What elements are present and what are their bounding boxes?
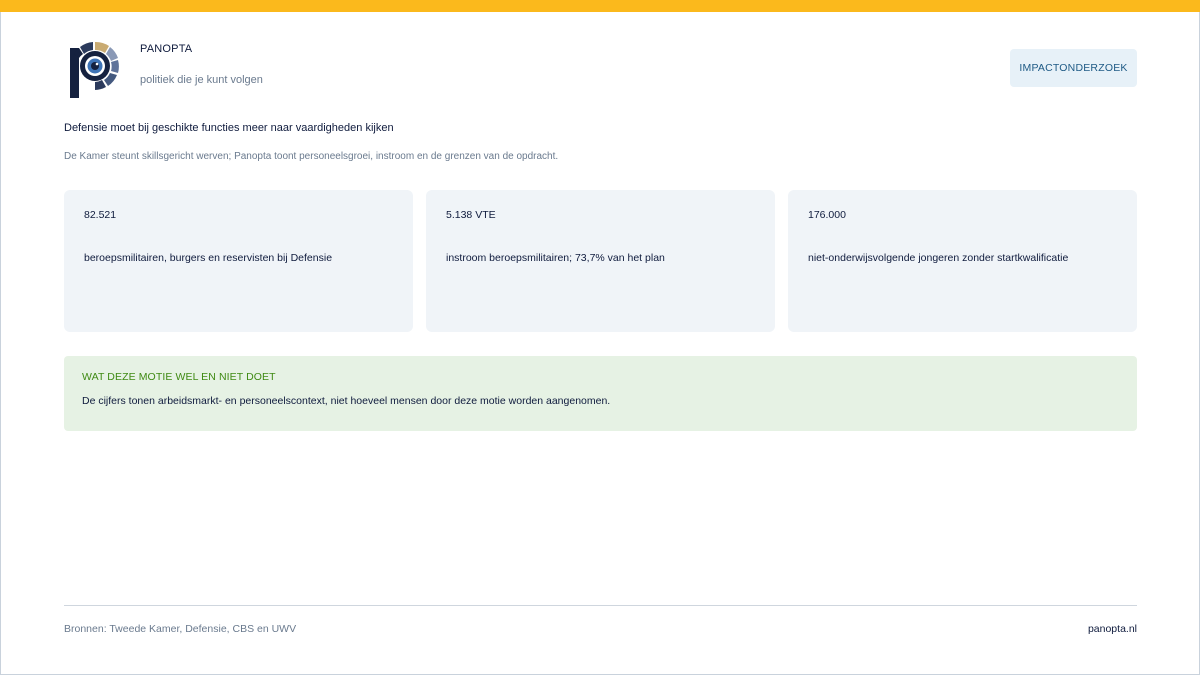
- footer-divider: [64, 605, 1137, 606]
- site-link[interactable]: panopta.nl: [1088, 623, 1137, 635]
- sources-text: Bronnen: Tweede Kamer, Defensie, CBS en …: [64, 623, 297, 635]
- stat-value: 5.138 VTE: [446, 209, 496, 221]
- stat-value: 176.000: [808, 209, 846, 221]
- panopta-logo-icon: [68, 40, 122, 100]
- top-accent-bar: [0, 0, 1200, 12]
- impactonderzoek-button[interactable]: IMPACTONDERZOEK: [1010, 49, 1137, 87]
- stat-card: 5.138 VTE instroom beroepsmilitairen; 73…: [426, 190, 775, 332]
- stat-card: 82.521 beroepsmilitairen, burgers en res…: [64, 190, 413, 332]
- note-text: De cijfers tonen arbeidsmarkt- en person…: [82, 395, 611, 407]
- page-frame: [0, 0, 1200, 675]
- stat-description: beroepsmilitairen, burgers en reserviste…: [84, 252, 333, 264]
- page-subtitle: De Kamer steunt skillsgericht werven; Pa…: [64, 151, 559, 162]
- stat-card: 176.000 niet-onderwijsvolgende jongeren …: [788, 190, 1137, 332]
- stat-value: 82.521: [84, 209, 117, 221]
- note-title: WAT DEZE MOTIE WEL EN NIET DOET: [82, 371, 276, 383]
- stat-description: instroom beroepsmilitairen; 73,7% van he…: [446, 252, 665, 264]
- brand-tagline: politiek die je kunt volgen: [140, 74, 263, 86]
- motion-note-box: WAT DEZE MOTIE WEL EN NIET DOET De cijfe…: [64, 356, 1137, 431]
- stat-description: niet-onderwijsvolgende jongeren zonder s…: [808, 252, 1069, 264]
- page-title: Defensie moet bij geschikte functies mee…: [64, 122, 394, 134]
- brand-name: PANOPTA: [140, 43, 193, 55]
